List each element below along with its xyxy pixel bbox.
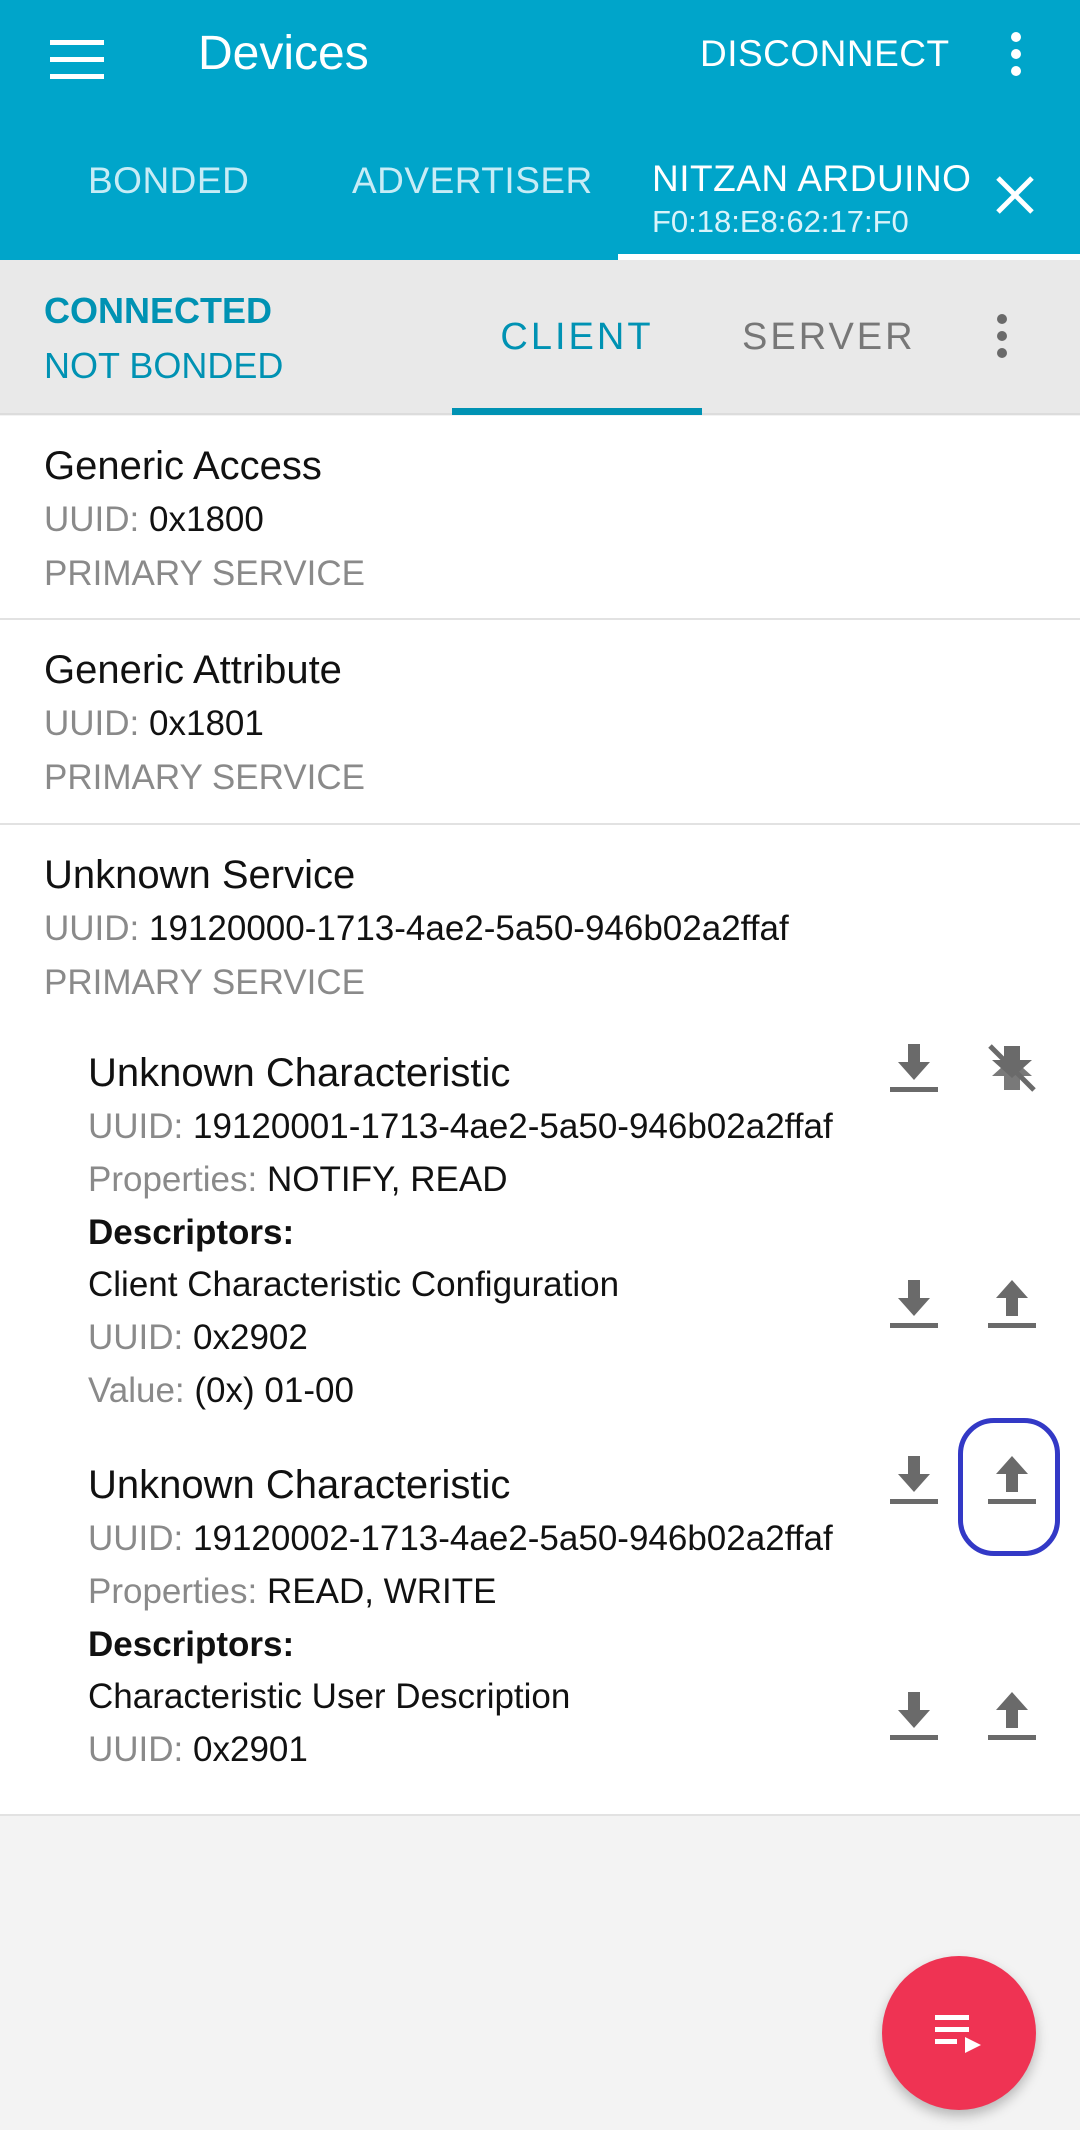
upload-icon [988,1692,1036,1740]
disable-notifications-button[interactable] [982,1038,1042,1098]
service-type: PRIMARY SERVICE [44,758,365,797]
highlight-ring [958,1418,1060,1556]
uuid-label: UUID: [44,909,140,948]
properties-label: Properties: [88,1572,258,1611]
properties-value: NOTIFY, READ [266,1160,508,1199]
bond-status: NOT BONDED [44,345,284,386]
upload-icon [988,1280,1036,1328]
service-uuid: UUID: 0x1800 [44,500,264,540]
service-item[interactable]: Generic Attribute UUID: 0x1801 PRIMARY S… [0,620,1080,825]
page-title: Devices [198,27,369,80]
descriptor-uuid-value: 0x2902 [193,1318,308,1357]
device-address: F0:18:E8:62:17:F0 [652,204,909,239]
characteristic-name: Unknown Characteristic [88,1051,511,1095]
read-descriptor-button[interactable] [884,1686,944,1746]
uuid-label: UUID: [88,1107,184,1146]
descriptors-heading: Descriptors: [88,1213,295,1252]
service-type: PRIMARY SERVICE [44,554,365,593]
service-uuid-value: 0x1800 [149,500,264,539]
service-name: Generic Access [44,444,322,488]
characteristic-name: Unknown Characteristic [88,1463,511,1507]
tab-client[interactable]: CLIENT [452,260,702,415]
service-type: PRIMARY SERVICE [44,963,365,1002]
characteristic-uuid-value: 19120001-1713-4ae2-5a50-946b02a2ffaf [193,1107,833,1146]
characteristic-properties: Properties: READ, WRITE [88,1572,496,1612]
descriptor-name: Characteristic User Description [88,1677,571,1716]
close-icon [996,176,1034,214]
properties-value: READ, WRITE [266,1572,497,1611]
service-uuid-value: 19120000-1713-4ae2-5a50-946b02a2ffaf [149,909,789,948]
tab-device[interactable]: NITZAN ARDUINO F0:18:E8:62:17:F0 [618,152,1080,260]
uuid-label: UUID: [44,500,140,539]
descriptor-uuid: UUID: 0x2901 [88,1730,308,1770]
value-label: Value: [88,1371,185,1410]
device-name: NITZAN ARDUINO [652,158,972,199]
notifications-off-icon [988,1044,1036,1092]
properties-label: Properties: [88,1160,258,1199]
read-descriptor-button[interactable] [884,1274,944,1334]
service-uuid-value: 0x1801 [149,704,264,743]
services-list: Generic Access UUID: 0x1800 PRIMARY SERV… [0,416,1080,1816]
more-vert-icon [997,314,1007,358]
descriptor-value: Value: (0x) 01-00 [88,1371,354,1411]
uuid-label: UUID: [88,1519,184,1558]
tab-bonded[interactable]: BONDED [88,160,249,202]
read-button[interactable] [884,1038,944,1098]
log-fab-button[interactable] [882,1956,1036,2110]
service-name: Generic Attribute [44,648,342,692]
characteristic-item[interactable]: Unknown Characteristic UUID: 19120002-17… [88,1463,1068,1803]
descriptors-heading: Descriptors: [88,1625,295,1664]
tab-client-label: CLIENT [500,316,654,358]
descriptor-value-text: (0x) 01-00 [194,1371,354,1410]
read-button[interactable] [884,1450,944,1510]
uuid-label: UUID: [88,1318,184,1357]
characteristic-uuid-value: 19120002-1713-4ae2-5a50-946b02a2ffaf [193,1519,833,1558]
connection-bar: CONNECTED NOT BONDED CLIENT SERVER [0,260,1080,415]
close-device-button[interactable] [990,170,1040,220]
characteristic-uuid: UUID: 19120001-1713-4ae2-5a50-946b02a2ff… [88,1107,833,1147]
overflow-menu-button[interactable] [996,24,1036,84]
descriptor-name: Client Characteristic Configuration [88,1265,620,1304]
descriptor-uuid: UUID: 0x2902 [88,1318,308,1358]
download-icon [890,1280,938,1328]
download-icon [890,1692,938,1740]
service-name: Unknown Service [44,853,356,897]
download-icon [890,1044,938,1092]
tab-server[interactable]: SERVER [742,316,916,359]
write-descriptor-button[interactable] [982,1686,1042,1746]
device-overflow-menu-button[interactable] [982,306,1022,366]
characteristic-properties: Properties: NOTIFY, READ [88,1160,508,1200]
characteristic-uuid: UUID: 19120002-1713-4ae2-5a50-946b02a2ff… [88,1519,833,1559]
log-list-icon [935,2015,981,2053]
app-bar: Devices DISCONNECT BONDED ADVERTISER NIT… [0,0,1080,260]
tab-indicator [452,408,702,415]
menu-button[interactable] [44,30,110,90]
disconnect-button[interactable]: DISCONNECT [700,24,950,84]
characteristic-item[interactable]: Unknown Characteristic UUID: 19120001-17… [88,1051,1068,1441]
write-descriptor-button[interactable] [982,1274,1042,1334]
service-uuid: UUID: 19120000-1713-4ae2-5a50-946b02a2ff… [44,909,789,949]
uuid-label: UUID: [44,704,140,743]
menu-icon [50,40,104,79]
service-item[interactable]: Generic Access UUID: 0x1800 PRIMARY SERV… [0,416,1080,620]
service-uuid: UUID: 0x1801 [44,704,264,744]
uuid-label: UUID: [88,1730,184,1769]
download-icon [890,1456,938,1504]
connection-status: CONNECTED [44,290,273,331]
tab-advertiser[interactable]: ADVERTISER [352,160,593,202]
descriptor-uuid-value: 0x2901 [193,1730,308,1769]
more-vert-icon [1011,32,1021,76]
